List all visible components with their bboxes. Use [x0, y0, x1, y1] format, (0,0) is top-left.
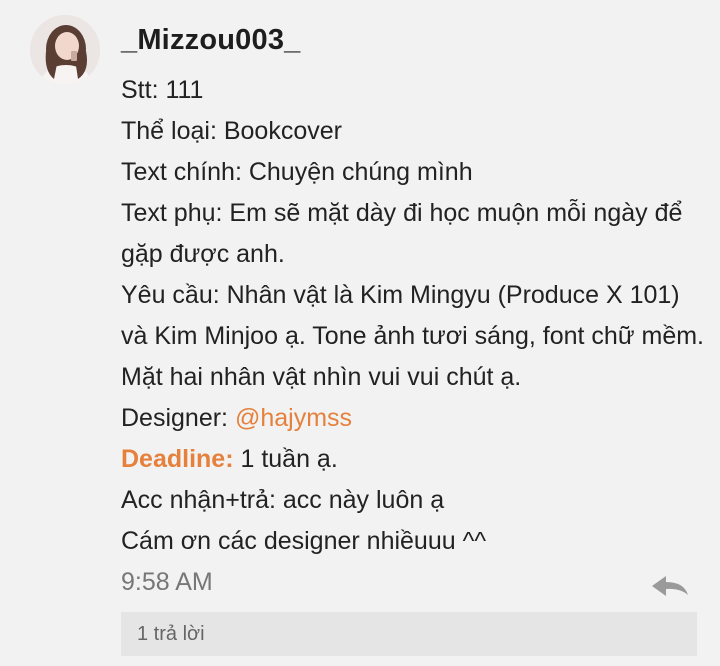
deadline-label: Deadline:: [121, 445, 234, 473]
account-line: Acc nhận+trả: acc này luôn ạ: [121, 486, 445, 514]
deadline-value: 1 tuần ạ.: [233, 445, 338, 473]
comment-body: Stt: 111 Thể loại: Bookcover Text chính:…: [121, 70, 706, 562]
reply-arrow-icon[interactable]: [650, 574, 690, 598]
sub-text-line: Text phụ: Em sẽ mặt dày đi học muộn mỗi …: [121, 199, 683, 268]
replies-button[interactable]: 1 trả lời: [121, 612, 697, 656]
requirements-line: Yêu cầu: Nhân vật là Kim Mingyu (Produce…: [121, 281, 705, 391]
stt-line: Stt: 111: [121, 76, 204, 104]
replies-count-label: 1 trả lời: [137, 623, 205, 645]
designer-mention-link[interactable]: @hajymss: [235, 404, 352, 432]
main-text-line: Text chính: Chuyện chúng mình: [121, 158, 473, 186]
genre-line: Thể loại: Bookcover: [121, 117, 342, 145]
designer-label: Designer:: [121, 404, 235, 432]
username[interactable]: _Mizzou003_: [121, 24, 301, 57]
timestamp: 9:58 AM: [121, 568, 213, 596]
deadline-line: Deadline: 1 tuần ạ.: [121, 439, 706, 480]
comment-card: _Mizzou003_ Stt: 111 Thể loại: Bookcover…: [0, 0, 720, 666]
designer-line: Designer: @hajymss: [121, 398, 706, 439]
thanks-line: Cám ơn các designer nhiềuuu ^^: [121, 527, 487, 555]
avatar-photo: [30, 15, 100, 85]
avatar[interactable]: [30, 15, 100, 85]
